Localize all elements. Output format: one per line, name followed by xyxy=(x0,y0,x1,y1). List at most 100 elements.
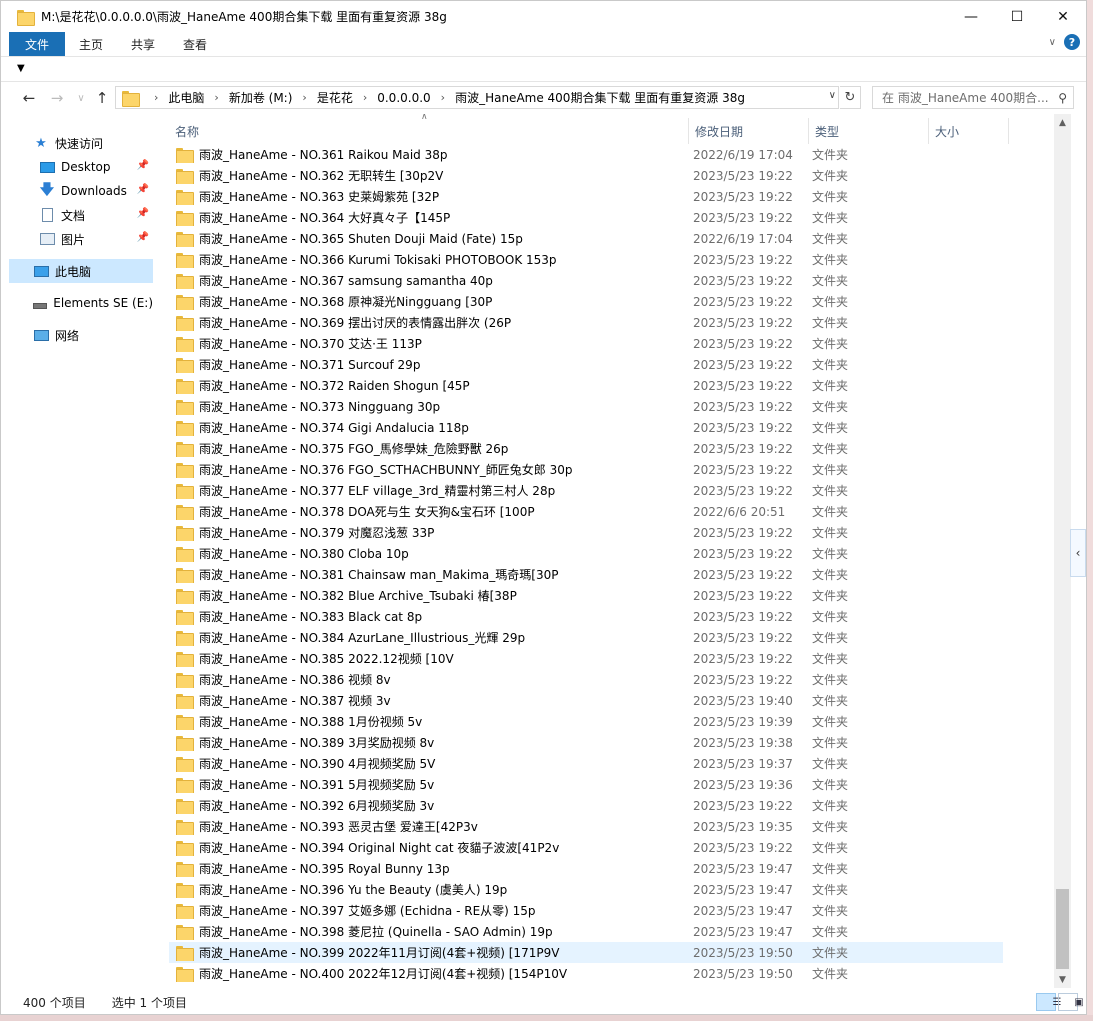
table-row[interactable]: 雨波_HaneAme - NO.399 2022年11月订阅(4套+视频) [1… xyxy=(169,942,1003,963)
table-row[interactable]: 雨波_HaneAme - NO.398 菱尼拉 (Quinella - SAO … xyxy=(169,921,1003,942)
table-row[interactable]: 雨波_HaneAme - NO.379 对魔忍浅葱 33P 2023/5/23 1… xyxy=(169,522,1003,543)
minimize-button[interactable]: — xyxy=(948,1,994,32)
table-row[interactable]: 雨波_HaneAme - NO.385 2022.12视频 [10V 2023/5… xyxy=(169,648,1003,669)
table-row[interactable]: 雨波_HaneAme - NO.372 Raiden Shogun [45P 20… xyxy=(169,375,1003,396)
table-row[interactable]: 雨波_HaneAme - NO.389 3月奖励视频 8v 2023/5/23 1… xyxy=(169,732,1003,753)
chevron-right-icon[interactable]: › xyxy=(214,91,218,104)
breadcrumb-folder-2[interactable]: 0.0.0.0.0 xyxy=(377,91,430,105)
sidebar-item-downloads[interactable]: 🡇 Downloads 📌 xyxy=(39,179,153,203)
column-header-size[interactable]: 大小 xyxy=(929,118,1009,144)
column-header-type[interactable]: 类型 xyxy=(809,118,929,144)
minimize-icon: — xyxy=(964,8,978,25)
search-icon[interactable]: ⚲ xyxy=(1058,91,1067,105)
table-row[interactable]: 雨波_HaneAme - NO.400 2022年12月订阅(4套+视频) [1… xyxy=(169,963,1003,984)
table-row[interactable]: 雨波_HaneAme - NO.381 Chainsaw man_Makima_… xyxy=(169,564,1003,585)
address-history-icon[interactable]: ∨ xyxy=(829,90,836,101)
table-row[interactable]: 雨波_HaneAme - NO.378 DOA死与生 女天狗&宝石环 [100P… xyxy=(169,501,1003,522)
large-icons-view-button[interactable]: ▣ xyxy=(1058,993,1084,1011)
table-row[interactable]: 雨波_HaneAme - NO.391 5月视频奖励 5v 2023/5/23 1… xyxy=(169,774,1003,795)
scroll-up-icon[interactable]: ▲ xyxy=(1054,114,1071,131)
sidebar-item-this-pc[interactable]: 此电脑 xyxy=(9,259,153,283)
maximize-button[interactable]: ☐ xyxy=(994,1,1040,32)
tab-home[interactable]: 主页 xyxy=(65,32,117,56)
file-date: 2023/5/23 19:22 xyxy=(693,294,793,309)
table-row[interactable]: 雨波_HaneAme - NO.394 Original Night cat 夜… xyxy=(169,837,1003,858)
table-row[interactable]: 雨波_HaneAme - NO.380 Cloba 10p 2023/5/23 1… xyxy=(169,543,1003,564)
table-row[interactable]: 雨波_HaneAme - NO.395 Royal Bunny 13p 2023/… xyxy=(169,858,1003,879)
sidebar-item-network[interactable]: 网络 xyxy=(33,323,153,347)
table-row[interactable]: 雨波_HaneAme - NO.364 大好真々子【145P 2023/5/23 … xyxy=(169,207,1003,228)
table-row[interactable]: 雨波_HaneAme - NO.388 1月份视频 5v 2023/5/23 19… xyxy=(169,711,1003,732)
chevron-right-icon[interactable]: › xyxy=(441,91,445,104)
tab-file[interactable]: 文件 xyxy=(9,32,66,56)
table-row[interactable]: 雨波_HaneAme - NO.390 4月视频奖励 5V 2023/5/23 1… xyxy=(169,753,1003,774)
title-bar[interactable]: M:\是花花\0.0.0.0.0\雨波_HaneAme 400期合集下载 里面有… xyxy=(1,1,1086,32)
customize-toolbar-icon[interactable]: ▼ xyxy=(17,63,25,74)
pin-icon[interactable]: 📌 xyxy=(137,160,149,171)
help-icon[interactable]: ? xyxy=(1064,34,1080,50)
table-row[interactable]: 雨波_HaneAme - NO.366 Kurumi Tokisaki PHOT… xyxy=(169,249,1003,270)
breadcrumb-volume-m[interactable]: 新加卷 (M:) xyxy=(229,89,293,106)
back-button[interactable]: ← xyxy=(19,89,39,107)
preview-pane-toggle[interactable]: ‹ xyxy=(1070,529,1086,577)
chevron-right-icon[interactable]: › xyxy=(154,91,158,104)
forward-button[interactable]: → xyxy=(47,89,67,107)
file-type: 文件夹 xyxy=(812,379,849,393)
close-button[interactable]: ✕ xyxy=(1040,1,1086,32)
tab-view[interactable]: 查看 xyxy=(169,32,221,56)
table-row[interactable]: 雨波_HaneAme - NO.387 视频 3v 2023/5/23 19:40… xyxy=(169,690,1003,711)
breadcrumb-folder-1[interactable]: 是花花 xyxy=(317,89,353,106)
chevron-right-icon[interactable]: › xyxy=(363,91,367,104)
sidebar-item-documents[interactable]: 文档 📌 xyxy=(39,203,153,227)
sidebar-item-label: 文档 xyxy=(61,208,86,223)
table-row[interactable]: 雨波_HaneAme - NO.371 Surcouf 29p 2023/5/23… xyxy=(169,354,1003,375)
search-box[interactable]: 在 雨波_HaneAme 400期合... ⚲ xyxy=(872,86,1074,109)
pin-icon[interactable]: 📌 xyxy=(137,208,149,219)
column-header-date[interactable]: 修改日期 xyxy=(689,118,809,144)
file-date: 2023/5/23 19:37 xyxy=(693,756,793,771)
up-button[interactable]: ↑ xyxy=(92,89,112,107)
table-row[interactable]: 雨波_HaneAme - NO.397 艾姬多娜 (Echidna - RE从零… xyxy=(169,900,1003,921)
scrollbar-thumb[interactable] xyxy=(1056,889,1069,969)
breadcrumb-current[interactable]: 雨波_HaneAme 400期合集下载 里面有重复资源 38g xyxy=(455,89,745,106)
table-row[interactable]: 雨波_HaneAme - NO.377 ELF village_3rd_精靈村第… xyxy=(169,480,1003,501)
sidebar-item-desktop[interactable]: Desktop 📌 xyxy=(39,155,153,179)
details-view-button[interactable]: ☰ xyxy=(1036,993,1061,1011)
table-row[interactable]: 雨波_HaneAme - NO.384 AzurLane_Illustrious… xyxy=(169,627,1003,648)
table-row[interactable]: 雨波_HaneAme - NO.365 Shuten Douji Maid (F… xyxy=(169,228,1003,249)
column-header-name[interactable]: 名称 xyxy=(169,118,689,144)
table-row[interactable]: 雨波_HaneAme - NO.368 原神凝光Ningguang [30P 20… xyxy=(169,291,1003,312)
table-row[interactable]: 雨波_HaneAme - NO.386 视频 8v 2023/5/23 19:22… xyxy=(169,669,1003,690)
table-row[interactable]: 雨波_HaneAme - NO.392 6月视频奖励 3v 2023/5/23 1… xyxy=(169,795,1003,816)
table-row[interactable]: 雨波_HaneAme - NO.383 Black cat 8p 2023/5/2… xyxy=(169,606,1003,627)
address-bar[interactable]: › 此电脑 › 新加卷 (M:) › 是花花 › 0.0.0.0.0 › 雨波_… xyxy=(115,86,839,109)
chevron-right-icon[interactable]: › xyxy=(302,91,306,104)
table-row[interactable]: 雨波_HaneAme - NO.396 Yu the Beauty (虞美人) … xyxy=(169,879,1003,900)
vertical-scrollbar[interactable]: ▲ ▼ xyxy=(1054,114,1071,988)
recent-locations-button[interactable]: ∨ xyxy=(71,89,91,107)
table-row[interactable]: 雨波_HaneAme - NO.374 Gigi Andalucia 118p 2… xyxy=(169,417,1003,438)
folder-icon xyxy=(176,483,194,499)
sidebar-item-drive-e[interactable]: Elements SE (E:) xyxy=(33,291,153,315)
sidebar-item-quick-access[interactable]: ★ 快速访问 xyxy=(33,131,153,155)
pin-icon[interactable]: 📌 xyxy=(137,232,149,243)
refresh-button[interactable]: ↻ xyxy=(840,86,861,109)
file-name-cell: 雨波_HaneAme - NO.398 菱尼拉 (Quinella - SAO … xyxy=(169,923,689,940)
table-row[interactable]: 雨波_HaneAme - NO.369 摆出讨厌的表情露出胖次 (26P 2023… xyxy=(169,312,1003,333)
breadcrumb-this-pc[interactable]: 此电脑 xyxy=(168,89,204,106)
table-row[interactable]: 雨波_HaneAme - NO.370 艾达·王 113P 2023/5/23 1… xyxy=(169,333,1003,354)
table-row[interactable]: 雨波_HaneAme - NO.363 史莱姆紫苑 [32P 2023/5/23 … xyxy=(169,186,1003,207)
table-row[interactable]: 雨波_HaneAme - NO.375 FGO_馬修學妹_危險野獸 26p 202… xyxy=(169,438,1003,459)
table-row[interactable]: 雨波_HaneAme - NO.382 Blue Archive_Tsubaki… xyxy=(169,585,1003,606)
pin-icon[interactable]: 📌 xyxy=(137,184,149,195)
sidebar-item-pictures[interactable]: 图片 📌 xyxy=(39,227,153,251)
scroll-down-icon[interactable]: ▼ xyxy=(1054,971,1071,988)
table-row[interactable]: 雨波_HaneAme - NO.376 FGO_SCTHACHBUNNY_師匠兔… xyxy=(169,459,1003,480)
expand-ribbon-icon[interactable]: ∨ xyxy=(1049,37,1056,48)
table-row[interactable]: 雨波_HaneAme - NO.362 无职转生 [30p2V 2023/5/23… xyxy=(169,165,1003,186)
table-row[interactable]: 雨波_HaneAme - NO.361 Raikou Maid 38p 2022/… xyxy=(169,144,1003,165)
tab-share[interactable]: 共享 xyxy=(117,32,169,56)
table-row[interactable]: 雨波_HaneAme - NO.393 恶灵古堡 爱達王[42P3v 2023/5… xyxy=(169,816,1003,837)
table-row[interactable]: 雨波_HaneAme - NO.373 Ningguang 30p 2023/5/… xyxy=(169,396,1003,417)
table-row[interactable]: 雨波_HaneAme - NO.367 samsung samantha 40p… xyxy=(169,270,1003,291)
